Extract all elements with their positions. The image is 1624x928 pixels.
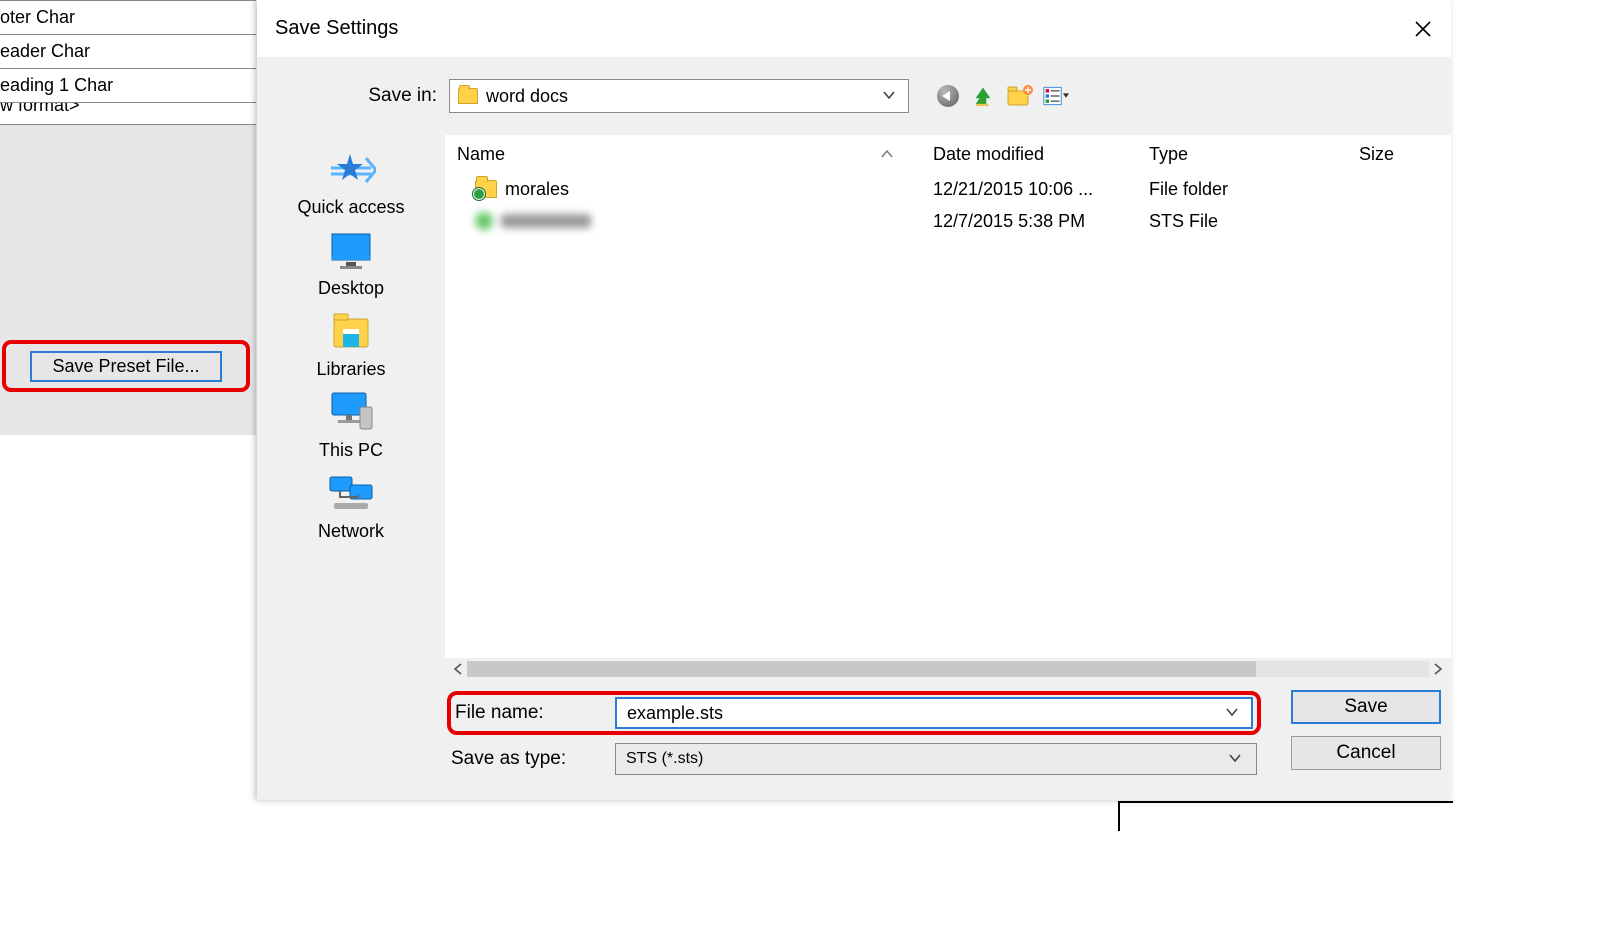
place-label: Quick access: [297, 197, 404, 218]
column-label: Name: [457, 144, 505, 165]
dialog-title: Save Settings: [275, 17, 1401, 40]
save-button[interactable]: Save: [1291, 690, 1441, 724]
file-name-label: File name:: [455, 702, 615, 724]
column-date-modified[interactable]: Date modified: [933, 144, 1149, 165]
back-icon[interactable]: [935, 83, 961, 109]
save-settings-dialog: Save Settings Save in: word docs: [257, 0, 1451, 800]
highlight-filename: File name:: [447, 691, 1261, 735]
synced-folder-icon: [475, 180, 497, 198]
folder-icon: [458, 88, 478, 104]
chevron-down-icon[interactable]: [1224, 750, 1246, 768]
save-preset-file-button[interactable]: Save Preset File...: [30, 351, 221, 382]
place-desktop[interactable]: Desktop: [318, 230, 384, 299]
place-network[interactable]: Network: [318, 473, 384, 542]
save-in-combo[interactable]: word docs: [449, 79, 909, 113]
table-row[interactable]: morales 12/21/2015 10:06 ... File folder: [445, 173, 1451, 205]
up-one-level-icon[interactable]: [971, 83, 997, 109]
horizontal-scrollbar[interactable]: [445, 658, 1451, 680]
file-list-area: Name Date modified Type Size: [445, 135, 1451, 680]
new-folder-icon[interactable]: [1007, 83, 1033, 109]
save-in-label: Save in:: [352, 85, 437, 107]
style-list-item[interactable]: oter Char: [0, 0, 256, 35]
style-list-item[interactable]: eader Char: [0, 35, 256, 69]
place-quick-access[interactable]: Quick access: [297, 149, 404, 218]
close-icon[interactable]: [1401, 7, 1445, 51]
views-icon[interactable]: [1043, 83, 1069, 109]
chevron-down-icon[interactable]: [878, 87, 900, 105]
style-list-item[interactable]: eading 1 Char: [0, 69, 256, 103]
libraries-icon: [324, 311, 378, 353]
sort-ascending-icon: [881, 147, 893, 161]
file-name-input[interactable]: [625, 702, 1221, 725]
border-artifact: [1118, 801, 1120, 831]
place-label: Desktop: [318, 278, 384, 299]
file-type: File folder: [1149, 179, 1359, 200]
column-headers[interactable]: Name Date modified Type Size: [445, 135, 1451, 173]
quick-access-icon: [324, 149, 378, 191]
place-this-pc[interactable]: This PC: [319, 392, 383, 461]
file-date: 12/7/2015 5:38 PM: [933, 211, 1149, 232]
highlight-save-preset: Save Preset File...: [2, 340, 250, 392]
file-date: 12/21/2015 10:06 ...: [933, 179, 1149, 200]
place-libraries[interactable]: Libraries: [316, 311, 385, 380]
save-in-value: word docs: [486, 86, 870, 107]
desktop-icon: [324, 230, 378, 272]
scrollbar-track[interactable]: [467, 661, 1429, 677]
place-label: This PC: [319, 440, 383, 461]
border-artifact: [1118, 801, 1453, 803]
column-name[interactable]: Name: [457, 144, 933, 165]
background-style-list: oter Char eader Char eading 1 Char: [0, 0, 256, 103]
network-icon: [324, 473, 378, 515]
scroll-right-icon[interactable]: [1429, 660, 1447, 678]
save-in-row: Save in: word docs: [257, 57, 1451, 135]
save-as-type-label: Save as type:: [447, 748, 607, 770]
blurred-item: [475, 212, 591, 230]
form-area: File name: Save as type:: [257, 680, 1451, 800]
cancel-button[interactable]: Cancel: [1291, 736, 1441, 770]
place-label: Libraries: [316, 359, 385, 380]
table-row[interactable]: 12/7/2015 5:38 PM STS File: [445, 205, 1451, 237]
save-as-type-value: STS (*.sts): [626, 750, 1224, 768]
file-rows: morales 12/21/2015 10:06 ... File folder: [445, 173, 1451, 658]
column-size[interactable]: Size: [1359, 144, 1439, 165]
places-bar: Quick access Desktop Libraries: [257, 135, 445, 680]
place-label: Network: [318, 521, 384, 542]
column-type[interactable]: Type: [1149, 144, 1359, 165]
chevron-down-icon[interactable]: [1221, 704, 1243, 722]
file-name-combo[interactable]: [615, 697, 1253, 729]
file-name: morales: [505, 179, 569, 200]
save-as-type-combo[interactable]: STS (*.sts): [615, 743, 1257, 775]
scrollbar-thumb[interactable]: [467, 661, 1256, 677]
dialog-titlebar: Save Settings: [257, 0, 1451, 57]
this-pc-icon: [324, 392, 378, 434]
file-type: STS File: [1149, 211, 1359, 232]
scroll-left-icon[interactable]: [449, 660, 467, 678]
